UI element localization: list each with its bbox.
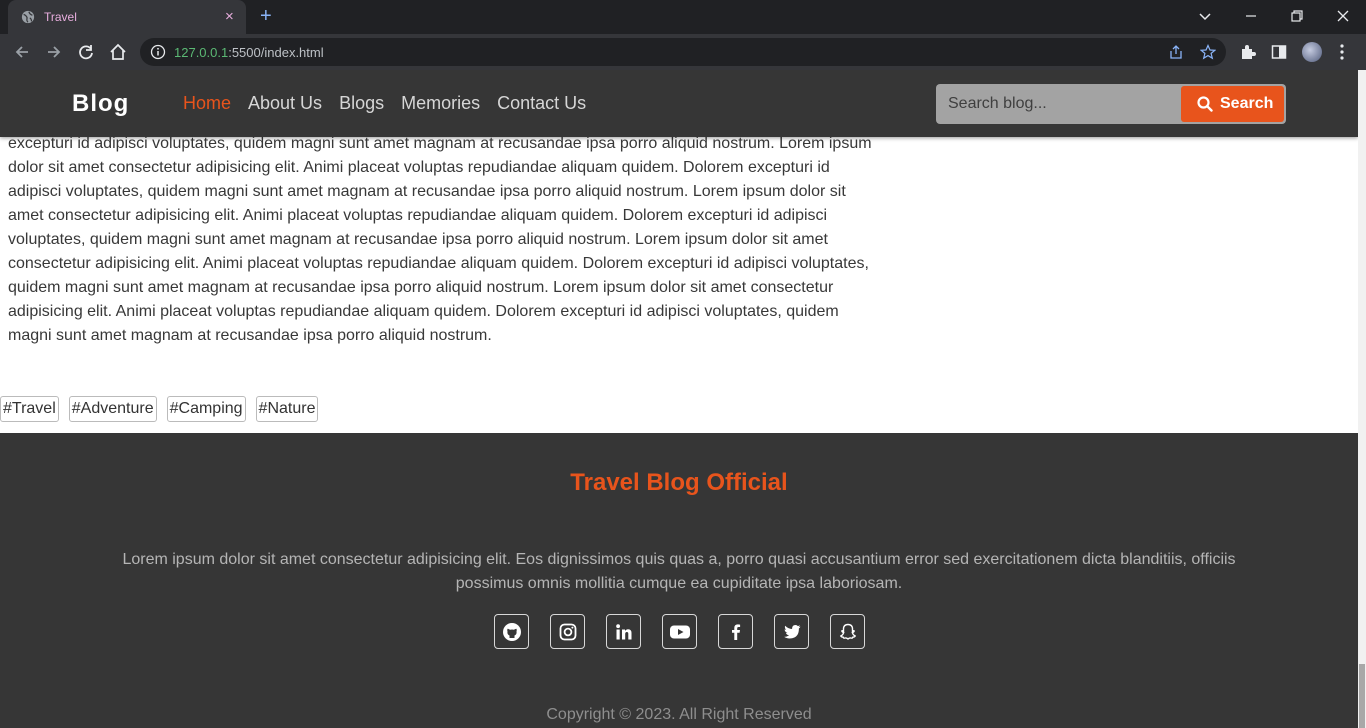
browser-toolbar: 127.0.0.1:5500/index.html (0, 34, 1366, 70)
forward-icon[interactable] (44, 42, 64, 62)
tab-close-icon[interactable]: × (225, 9, 234, 25)
github-link[interactable] (494, 614, 529, 649)
search-box: Search (936, 84, 1286, 124)
snapchat-link[interactable] (830, 614, 865, 649)
site-footer: Travel Blog Official Lorem ipsum dolor s… (0, 433, 1358, 728)
scrollbar-thumb[interactable] (1359, 664, 1365, 728)
address-bar[interactable]: 127.0.0.1:5500/index.html (140, 38, 1226, 66)
footer-title: Travel Blog Official (570, 469, 788, 496)
twitter-link[interactable] (774, 614, 809, 649)
url-host: 127.0.0.1 (174, 45, 229, 60)
youtube-icon (669, 625, 690, 638)
bookmark-star-icon[interactable] (1200, 44, 1216, 60)
footer-description: Lorem ipsum dolor sit amet consectetur a… (122, 551, 1236, 592)
nav-contact-us[interactable]: Contact Us (497, 93, 586, 114)
github-icon (502, 622, 521, 641)
restore-icon[interactable] (1286, 6, 1308, 26)
article-body: excepturi id adipisci voluptates, quidem… (8, 135, 872, 344)
site-logo[interactable]: Blog (72, 90, 129, 118)
tag-nature[interactable]: #Nature (255, 396, 319, 422)
nav-about-us[interactable]: About Us (248, 93, 322, 114)
tab-search-chevron-icon[interactable] (1194, 6, 1216, 26)
page-scrollbar[interactable] (1358, 70, 1366, 728)
site-header: Blog Home About Us Blogs Memories Contac… (0, 70, 1358, 137)
close-window-icon[interactable] (1332, 6, 1354, 26)
search-button[interactable]: Search (1181, 86, 1284, 122)
nav-memories[interactable]: Memories (401, 93, 480, 114)
menu-kebab-icon[interactable] (1340, 43, 1344, 61)
tag-camping[interactable]: #Camping (166, 396, 246, 422)
facebook-icon (731, 623, 740, 640)
reload-icon[interactable] (76, 42, 96, 62)
tag-travel[interactable]: #Travel (0, 396, 59, 422)
instagram-icon (559, 623, 576, 640)
nav-blogs[interactable]: Blogs (339, 93, 384, 114)
copyright-text: Copyright © 2023. All Right Reserved (546, 706, 812, 723)
profile-avatar[interactable] (1302, 42, 1322, 62)
linkedin-link[interactable] (606, 614, 641, 649)
side-panel-icon[interactable] (1270, 43, 1288, 61)
facebook-link[interactable] (718, 614, 753, 649)
search-input[interactable] (936, 84, 1181, 124)
minimize-icon[interactable] (1240, 6, 1262, 26)
browser-tab[interactable]: Travel × (8, 0, 246, 34)
nav-home[interactable]: Home (183, 93, 231, 114)
url-text: 127.0.0.1:5500/index.html (174, 45, 324, 60)
linkedin-icon (615, 623, 631, 639)
back-icon[interactable] (12, 42, 32, 62)
main-nav: Home About Us Blogs Memories Contact Us (183, 93, 586, 114)
social-links (494, 614, 865, 649)
search-icon (1197, 96, 1213, 112)
tag-adventure[interactable]: #Adventure (68, 396, 157, 422)
browser-tab-bar: Travel × + (0, 0, 1366, 34)
extensions-icon[interactable] (1239, 43, 1257, 61)
instagram-link[interactable] (550, 614, 585, 649)
tab-title: Travel (44, 10, 77, 24)
globe-icon (21, 10, 35, 24)
url-path: :5500/index.html (228, 45, 324, 60)
tag-list: #Travel #Adventure #Camping #Nature (0, 396, 319, 422)
youtube-link[interactable] (662, 614, 697, 649)
new-tab-button[interactable]: + (260, 6, 272, 26)
site-info-icon[interactable] (150, 44, 166, 60)
search-button-label: Search (1220, 95, 1274, 112)
page-viewport: Blog Home About Us Blogs Memories Contac… (0, 70, 1358, 728)
home-icon[interactable] (108, 42, 128, 62)
share-icon[interactable] (1168, 44, 1184, 60)
snapchat-icon (839, 623, 856, 640)
twitter-icon (783, 624, 800, 638)
